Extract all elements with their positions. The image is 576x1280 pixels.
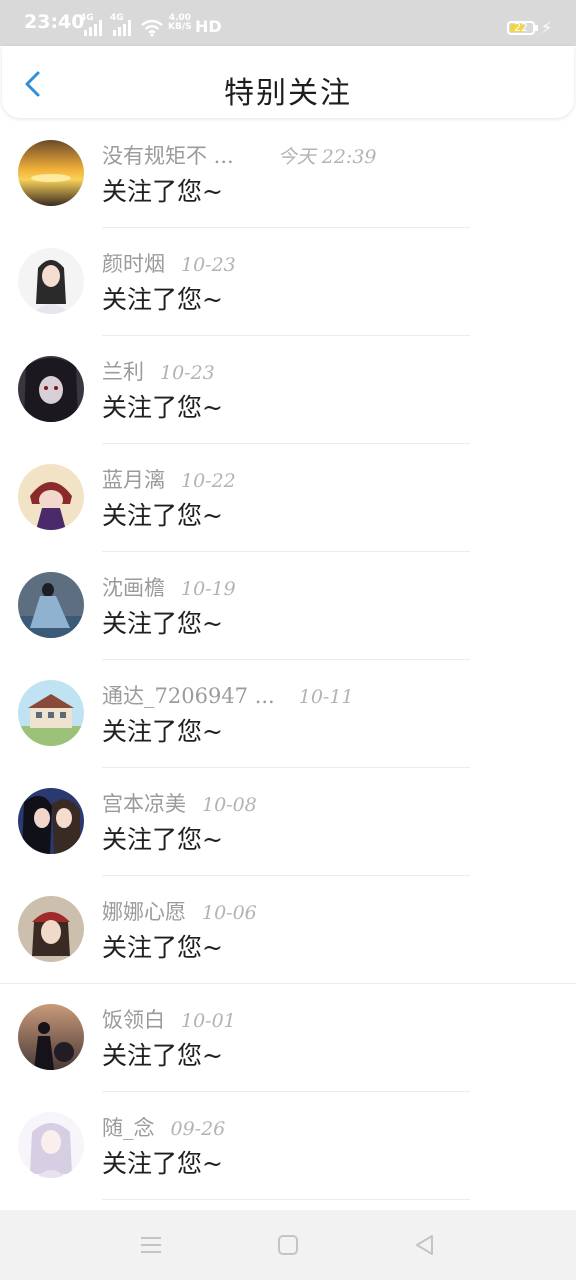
user-name: 随_念 (102, 1116, 155, 1140)
notification-message: 关注了您~ (102, 285, 223, 314)
list-item[interactable]: 沈画檐 10-19 关注了您~ (0, 552, 576, 660)
avatar-white-hair-image (18, 1112, 84, 1178)
notification-header: 没有规矩不 ... 今天 22:39 (102, 140, 377, 170)
battery-level: 22 (514, 21, 528, 34)
notification-header: 宫本凉美 10-08 (102, 788, 257, 818)
avatar-chibi-image (18, 464, 84, 530)
status-bar: 23:40 4G 4G 4.00 KB/S HD 22 ⚡ (0, 0, 576, 46)
notification-message: 关注了您~ (102, 1149, 223, 1178)
notification-message: 关注了您~ (102, 177, 223, 206)
notification-date: 今天 22:39 (277, 146, 377, 168)
status-time: 23:40 (24, 11, 85, 33)
avatar[interactable] (18, 1004, 84, 1070)
notification-header: 娜娜心愿 10-06 (102, 896, 257, 926)
net-speed-unit: KB/S (168, 22, 192, 32)
notification-header: 颜时烟 10-23 (102, 248, 236, 278)
notification-list: 没有规矩不 ... 今天 22:39 关注了您~ 颜时烟 10-23 关注了您~ (0, 120, 576, 1200)
notification-date: 10-11 (298, 686, 354, 708)
avatar-sunset-image (18, 140, 84, 206)
list-item[interactable]: 通达_7206947 ... 10-11 关注了您~ (0, 660, 576, 768)
menu-icon[interactable] (138, 1232, 164, 1258)
avatar[interactable] (18, 464, 84, 530)
battery-icon: 22 (507, 21, 535, 35)
notification-date: 10-06 (202, 902, 257, 924)
notification-date: 10-08 (202, 794, 257, 816)
user-name: 通达_7206947 ... (102, 684, 275, 708)
wifi-icon (141, 19, 163, 37)
net-speed: 4.00 KB/S (168, 14, 192, 32)
user-name: 饭领白 (102, 1008, 165, 1032)
signal-icon (84, 20, 102, 36)
notification-header: 随_念 09-26 (102, 1112, 225, 1142)
notification-message: 关注了您~ (102, 933, 223, 962)
notification-message: 关注了您~ (102, 393, 223, 422)
home-square-icon[interactable] (275, 1232, 301, 1258)
user-name: 颜时烟 (102, 252, 165, 276)
list-item[interactable]: 没有规矩不 ... 今天 22:39 关注了您~ (0, 120, 576, 228)
notification-date: 09-26 (170, 1118, 226, 1140)
avatar-red-hat-girl-image (18, 896, 84, 962)
list-item[interactable]: 娜娜心愿 10-06 关注了您~ (0, 876, 576, 984)
avatar-silhouette-image (18, 1004, 84, 1070)
page-title: 特别关注 (224, 76, 352, 111)
list-item[interactable]: 随_念 09-26 关注了您~ (0, 1092, 576, 1200)
notification-message: 关注了您~ (102, 1041, 223, 1070)
avatar[interactable] (18, 680, 84, 746)
hd-label: HD (195, 17, 222, 36)
notification-header: 通达_7206947 ... 10-11 (102, 680, 354, 710)
notification-date: 10-23 (160, 362, 215, 384)
list-item[interactable]: 兰利 10-23 关注了您~ (0, 336, 576, 444)
notification-date: 10-01 (181, 1010, 236, 1032)
list-item[interactable]: 颜时烟 10-23 关注了您~ (0, 228, 576, 336)
avatar[interactable] (18, 356, 84, 422)
notification-header: 兰利 10-23 (102, 356, 215, 386)
avatar-house-image (18, 680, 84, 746)
avatar[interactable] (18, 572, 84, 638)
system-nav-bar (0, 1210, 576, 1280)
notification-date: 10-19 (181, 578, 236, 600)
header: 特别关注 (2, 46, 574, 118)
notification-header: 沈画檐 10-19 (102, 572, 236, 602)
list-item[interactable]: 蓝月漓 10-22 关注了您~ (0, 444, 576, 552)
back-triangle-icon[interactable] (412, 1232, 438, 1258)
user-name: 沈画檐 (102, 576, 165, 600)
avatar-dark-anime-image (18, 356, 84, 422)
signal-icon (113, 20, 131, 36)
divider (102, 1199, 470, 1200)
user-name: 宫本凉美 (102, 792, 186, 816)
list-item[interactable]: 宫本凉美 10-08 关注了您~ (0, 768, 576, 876)
user-name: 兰利 (102, 360, 144, 384)
notification-header: 饭领白 10-01 (102, 1004, 236, 1034)
user-name: 蓝月漓 (102, 468, 165, 492)
avatar-girl-image (18, 248, 84, 314)
list-item[interactable]: 饭领白 10-01 关注了您~ (0, 984, 576, 1092)
user-name: 娜娜心愿 (102, 900, 186, 924)
notification-header: 蓝月漓 10-22 (102, 464, 236, 494)
avatar[interactable] (18, 1112, 84, 1178)
avatar[interactable] (18, 140, 84, 206)
avatar[interactable] (18, 896, 84, 962)
avatar[interactable] (18, 788, 84, 854)
battery-tip (535, 25, 538, 31)
notification-message: 关注了您~ (102, 717, 223, 746)
avatar-two-girls-image (18, 788, 84, 854)
user-name: 没有规矩不 ... (102, 144, 234, 168)
notification-message: 关注了您~ (102, 501, 223, 530)
notification-date: 10-22 (181, 470, 236, 492)
avatar-blue-dress-image (18, 572, 84, 638)
notification-message: 关注了您~ (102, 609, 223, 638)
notification-date: 10-23 (181, 254, 236, 276)
avatar[interactable] (18, 248, 84, 314)
notification-message: 关注了您~ (102, 825, 223, 854)
charging-bolt-icon: ⚡ (541, 18, 553, 37)
